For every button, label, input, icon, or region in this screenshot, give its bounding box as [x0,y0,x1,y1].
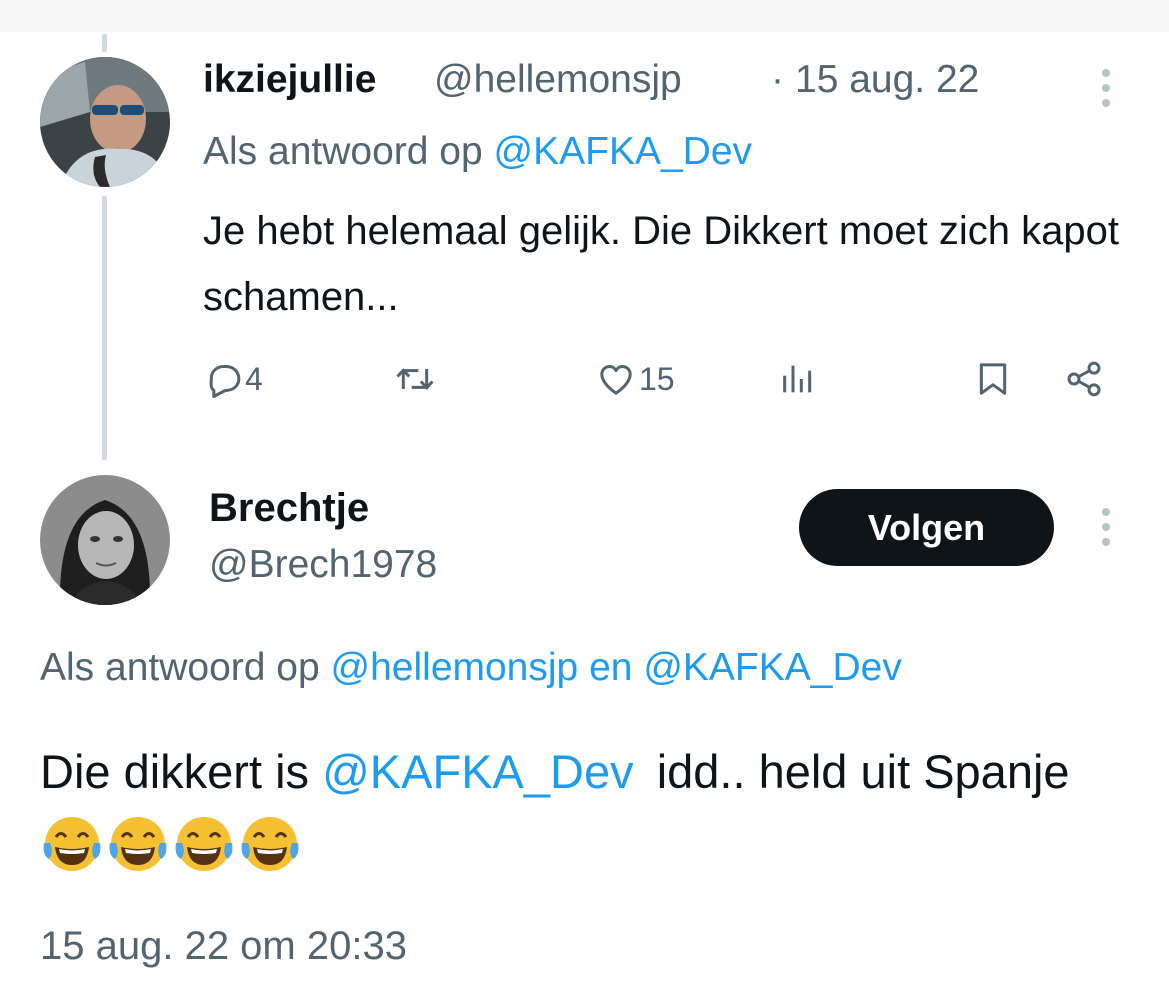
reply-context: Als antwoord op @hellemonsjp en @KAFKA_D… [40,646,902,690]
reply-mention-link[interactable]: @KAFKA_Dev [494,130,753,173]
tweet-text: Die dikkert is @KAFKA_Dev idd.. held uit… [40,733,1140,895]
emoji-row [40,817,304,875]
reply-context: Als antwoord op @KAFKA_Dev [203,130,752,174]
share-button[interactable] [1063,359,1105,399]
like-button[interactable]: 15 [595,359,675,399]
thread-line-top [102,34,107,52]
mention-link[interactable]: @KAFKA_Dev [322,745,634,798]
separator-dot: · [771,58,784,101]
reply-count: 4 [245,360,263,397]
views-button[interactable] [778,359,818,399]
more-options-icon[interactable] [1100,508,1112,553]
share-icon [1063,359,1105,399]
reply-mention-link[interactable]: @hellemonsjp [331,646,579,689]
tears-of-joy-emoji-icon [40,815,104,895]
tears-of-joy-emoji-icon [106,815,170,895]
reply-prefix: Als antwoord op [203,130,483,173]
tweet-text-part: idd.. held uit Spanje [656,745,1070,798]
reply-mention-link[interactable]: @KAFKA_Dev [643,646,902,689]
display-name[interactable]: ikziejullie [203,58,376,102]
retweet-icon [393,359,437,399]
thread-line [102,196,107,460]
tweet-text: Je hebt helemaal gelijk. Die Dikkert moe… [203,209,1119,319]
like-count: 15 [639,360,675,397]
avatar-ikziejullie[interactable] [40,57,170,187]
tweet-date[interactable]: 15 aug. 22 [795,58,979,102]
reply-icon [203,359,243,399]
bookmark-button[interactable] [973,359,1013,399]
reply-conjunction: en [589,646,633,689]
user-handle[interactable]: @Brech1978 [209,543,437,587]
tweet-text-part: Die dikkert is [40,745,310,798]
follow-button[interactable]: Volgen [799,489,1054,566]
retweet-button[interactable] [393,359,437,399]
reply-prefix: Als antwoord op [40,646,320,689]
tears-of-joy-emoji-icon [172,815,236,895]
more-options-icon[interactable] [1100,69,1112,114]
top-status-strip [0,0,1169,32]
bookmark-icon [973,359,1013,399]
display-name[interactable]: Brechtje [209,486,369,531]
like-icon [595,359,637,399]
user-handle[interactable]: @hellemonsjp [434,58,682,102]
views-icon [778,359,818,399]
reply-button[interactable]: 4 [203,359,263,399]
tweet-timestamp[interactable]: 15 aug. 22 om 20:33 [40,924,407,969]
avatar-brechtje[interactable] [40,475,170,605]
tears-of-joy-emoji-icon [238,815,302,895]
